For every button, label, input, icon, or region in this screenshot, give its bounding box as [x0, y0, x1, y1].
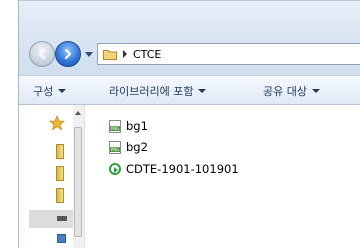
folder-icon: [103, 49, 117, 60]
include-library-label: 라이브러리에 포함: [109, 85, 194, 98]
library-documents-icon[interactable]: [56, 144, 64, 159]
back-button[interactable]: [29, 41, 55, 67]
drive-icon: [57, 216, 67, 221]
recent-pages-dropdown[interactable]: [85, 52, 93, 57]
file-name: bg1: [126, 119, 148, 133]
png-file-icon: PNG: [109, 140, 121, 154]
organize-menu[interactable]: 구성: [33, 83, 67, 99]
share-label: 공유 대상: [263, 85, 307, 98]
breadcrumb-ctce[interactable]: CTCE: [133, 48, 161, 61]
file-name: CDTE-1901-101901: [126, 162, 239, 176]
favorites-star-icon[interactable]: [49, 115, 65, 131]
breadcrumb-separator-icon[interactable]: [123, 50, 127, 58]
file-item-cdte[interactable]: CDTE-1901-101901: [109, 162, 239, 176]
media-play-icon: [109, 163, 121, 175]
forward-arrow-icon: [64, 48, 72, 60]
file-list: PNG bg1 PNG bg2 CDTE-1901-101901: [85, 105, 360, 248]
scrollbar-thumb[interactable]: [74, 127, 82, 237]
chevron-down-icon: [58, 89, 67, 93]
chevron-down-icon: [311, 89, 320, 93]
file-name: bg2: [126, 140, 148, 154]
organize-label: 구성: [33, 85, 54, 98]
address-bar[interactable]: CTCE: [97, 43, 360, 65]
navigation-scrollbar[interactable]: [73, 105, 85, 248]
png-file-icon: PNG: [109, 119, 121, 133]
explorer-window: CTCE 구성 라이브러리에 포함 공유 대상 PNG bg1 PNG bg2 …: [18, 0, 360, 248]
share-with-menu[interactable]: 공유 대상: [263, 83, 320, 99]
network-icon[interactable]: [57, 234, 66, 243]
library-music-icon[interactable]: [56, 166, 64, 181]
back-arrow-icon: [38, 48, 46, 60]
scroll-up-arrow-icon[interactable]: [75, 111, 81, 115]
library-pictures-icon[interactable]: [56, 188, 64, 203]
file-item-bg2[interactable]: PNG bg2: [109, 140, 148, 154]
include-in-library-menu[interactable]: 라이브러리에 포함: [109, 83, 207, 99]
forward-button[interactable]: [55, 41, 81, 67]
chevron-down-icon: [198, 89, 207, 93]
command-bar: 구성 라이브러리에 포함 공유 대상: [19, 75, 360, 105]
file-item-bg1[interactable]: PNG bg1: [109, 119, 148, 133]
